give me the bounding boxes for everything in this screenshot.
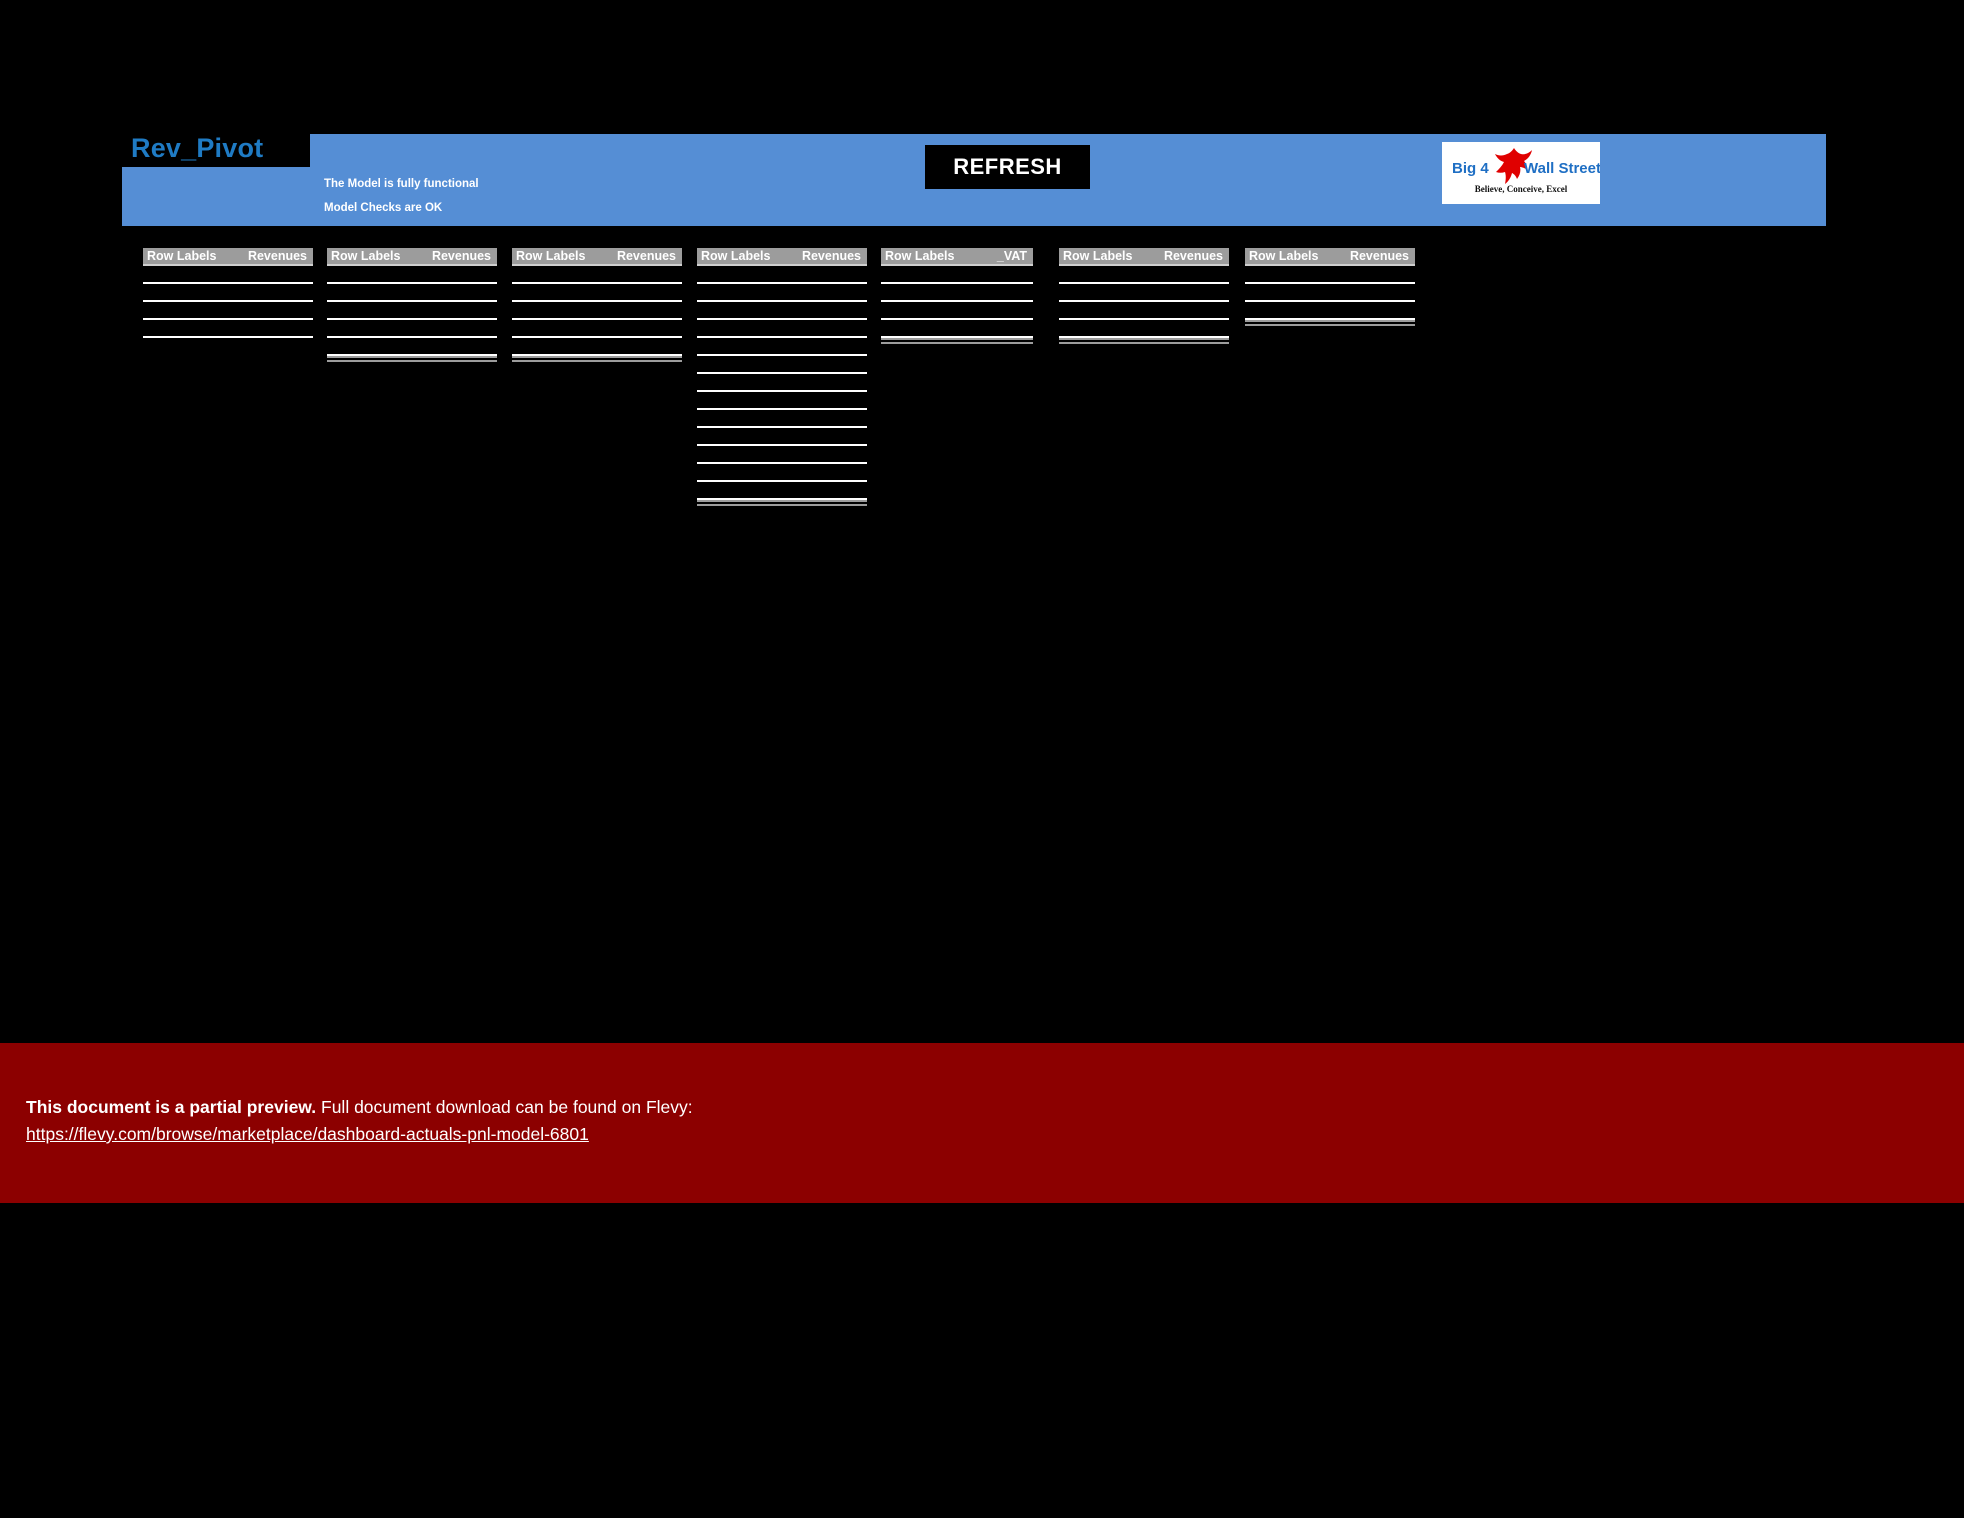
company-logo: Big 4 Wall Street Believe, Conceive, Exc… bbox=[1442, 142, 1600, 204]
refresh-button[interactable]: REFRESH bbox=[925, 145, 1090, 189]
pivot-value-header: Revenues bbox=[1349, 249, 1409, 263]
pivot-table-3: Row Labels Revenues bbox=[512, 248, 682, 362]
pivot-table-body bbox=[512, 266, 682, 362]
pivot-row-labels-header: Row Labels bbox=[516, 249, 586, 263]
pivot-table-header[interactable]: Row Labels Revenues bbox=[327, 248, 497, 266]
table-row[interactable] bbox=[697, 464, 867, 482]
pivot-table-4: Row Labels Revenues bbox=[697, 248, 867, 506]
pivot-row-labels-header: Row Labels bbox=[1063, 249, 1133, 263]
pivot-table-body bbox=[1245, 266, 1415, 326]
table-row[interactable] bbox=[697, 302, 867, 320]
table-row[interactable] bbox=[327, 338, 497, 356]
table-row[interactable] bbox=[143, 302, 313, 320]
table-row[interactable] bbox=[1059, 266, 1229, 284]
table-row[interactable] bbox=[512, 266, 682, 284]
pivot-table-6: Row Labels Revenues bbox=[1059, 248, 1229, 344]
pivot-row-labels-header: Row Labels bbox=[885, 249, 955, 263]
table-row[interactable] bbox=[697, 356, 867, 374]
pivot-value-header: Revenues bbox=[801, 249, 861, 263]
table-row[interactable] bbox=[143, 266, 313, 284]
table-row[interactable] bbox=[512, 284, 682, 302]
pivot-table-body bbox=[143, 266, 313, 338]
table-row[interactable] bbox=[697, 392, 867, 410]
table-row[interactable] bbox=[697, 320, 867, 338]
status-line-functional: The Model is fully functional bbox=[324, 178, 479, 190]
table-row[interactable] bbox=[697, 284, 867, 302]
pivot-table-body bbox=[327, 266, 497, 362]
table-row[interactable] bbox=[143, 320, 313, 338]
pivot-table-header[interactable]: Row Labels Revenues bbox=[512, 248, 682, 266]
table-row[interactable] bbox=[1059, 320, 1229, 338]
table-row[interactable] bbox=[1245, 284, 1415, 302]
table-row[interactable] bbox=[143, 284, 313, 302]
table-row[interactable] bbox=[512, 302, 682, 320]
table-row[interactable] bbox=[327, 284, 497, 302]
pivot-grand-total-row bbox=[512, 356, 682, 362]
page-title: Rev_Pivot bbox=[131, 133, 264, 163]
pivot-row-labels-header: Row Labels bbox=[1249, 249, 1319, 263]
pivot-table-5: Row Labels _VAT bbox=[881, 248, 1033, 344]
pivot-grand-total-row bbox=[1059, 338, 1229, 344]
logo-text-big4: Big 4 bbox=[1452, 160, 1489, 177]
pivot-grand-total-row bbox=[881, 338, 1033, 344]
table-row[interactable] bbox=[697, 266, 867, 284]
table-row[interactable] bbox=[697, 374, 867, 392]
table-row[interactable] bbox=[327, 320, 497, 338]
table-row[interactable] bbox=[327, 266, 497, 284]
table-row[interactable] bbox=[1245, 302, 1415, 320]
table-row[interactable] bbox=[881, 302, 1033, 320]
status-line-checks: Model Checks are OK bbox=[324, 202, 443, 214]
pivot-value-header: Revenues bbox=[247, 249, 307, 263]
pivot-table-header[interactable]: Row Labels Revenues bbox=[697, 248, 867, 266]
pivot-value-header: Revenues bbox=[616, 249, 676, 263]
pivot-grand-total-row bbox=[327, 356, 497, 362]
pivot-row-labels-header: Row Labels bbox=[701, 249, 771, 263]
table-row[interactable] bbox=[512, 320, 682, 338]
pivot-table-2: Row Labels Revenues bbox=[327, 248, 497, 362]
header-band-lower bbox=[122, 167, 312, 226]
model-status-block: The Model is fully functional Model Chec… bbox=[324, 172, 479, 220]
flevy-marketplace-link[interactable]: https://flevy.com/browse/marketplace/das… bbox=[26, 1121, 589, 1147]
pivot-row-labels-header: Row Labels bbox=[147, 249, 217, 263]
pivot-table-header[interactable]: Row Labels Revenues bbox=[143, 248, 313, 266]
preview-banner-text: This document is a partial preview. Full… bbox=[26, 1094, 693, 1147]
pivot-value-header: Revenues bbox=[431, 249, 491, 263]
table-row[interactable] bbox=[881, 320, 1033, 338]
pivot-grand-total-row bbox=[1245, 320, 1415, 326]
table-row[interactable] bbox=[512, 338, 682, 356]
table-row[interactable] bbox=[697, 410, 867, 428]
pivot-value-header: _VAT bbox=[996, 249, 1027, 263]
pivot-table-7: Row Labels Revenues bbox=[1245, 248, 1415, 326]
pivot-table-body bbox=[1059, 266, 1229, 344]
preview-banner-bold: This document is a partial preview. bbox=[26, 1097, 317, 1117]
pivot-row-labels-header: Row Labels bbox=[331, 249, 401, 263]
table-row[interactable] bbox=[697, 446, 867, 464]
table-row[interactable] bbox=[1059, 302, 1229, 320]
table-row[interactable] bbox=[697, 338, 867, 356]
logo-tagline: Believe, Conceive, Excel bbox=[1474, 184, 1568, 194]
pivot-grand-total-row bbox=[697, 500, 867, 506]
pivot-table-header[interactable]: Row Labels _VAT bbox=[881, 248, 1033, 266]
pivot-table-header[interactable]: Row Labels Revenues bbox=[1245, 248, 1415, 266]
table-row[interactable] bbox=[697, 428, 867, 446]
table-row[interactable] bbox=[881, 284, 1033, 302]
preview-banner-rest: Full document download can be found on F… bbox=[316, 1097, 693, 1117]
table-row[interactable] bbox=[697, 482, 867, 500]
logo-text-wallstreet: Wall Street bbox=[1524, 160, 1600, 177]
pivot-value-header: Revenues bbox=[1163, 249, 1223, 263]
pivot-table-body bbox=[697, 266, 867, 506]
pivot-table-1: Row Labels Revenues bbox=[143, 248, 313, 338]
table-row[interactable] bbox=[1245, 266, 1415, 284]
table-row[interactable] bbox=[1059, 284, 1229, 302]
table-row[interactable] bbox=[327, 302, 497, 320]
preview-banner-line: This document is a partial preview. Full… bbox=[26, 1094, 693, 1121]
pivot-table-header[interactable]: Row Labels Revenues bbox=[1059, 248, 1229, 266]
pivot-table-body bbox=[881, 266, 1033, 344]
table-row[interactable] bbox=[881, 266, 1033, 284]
